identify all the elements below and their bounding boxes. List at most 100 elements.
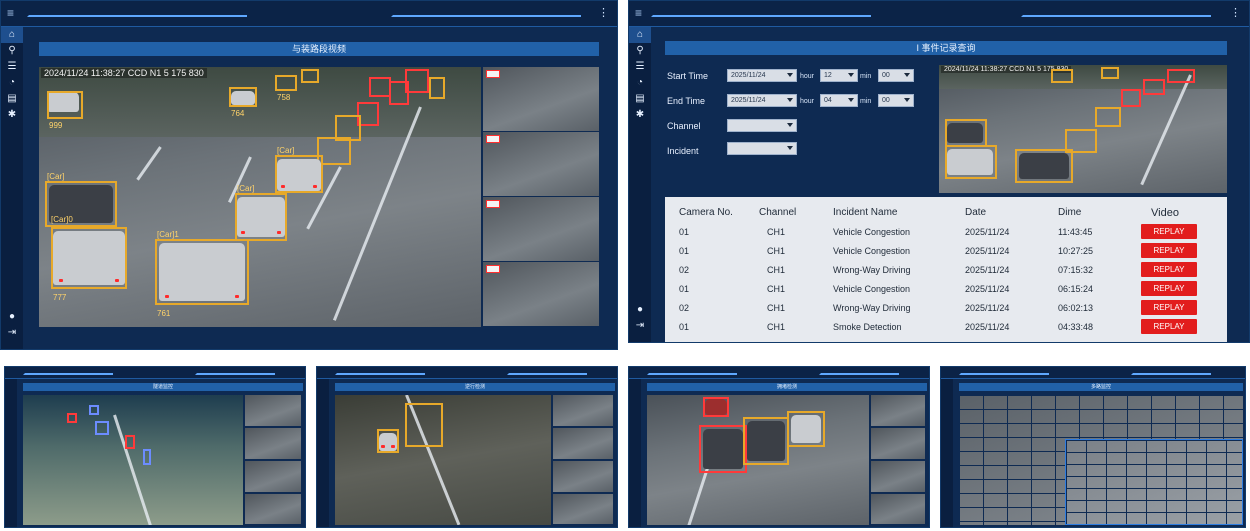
logout-icon[interactable]: ⇥ xyxy=(629,318,651,334)
chevron-down-icon xyxy=(904,73,910,77)
detection-box: [Car] xyxy=(235,184,287,241)
detection-box xyxy=(301,69,319,83)
replay-button[interactable]: REPLAY xyxy=(1141,224,1197,239)
panel-title: 逆行检测 xyxy=(335,383,615,391)
detection-box xyxy=(945,145,997,179)
camera-thumbnail[interactable] xyxy=(483,197,599,262)
replay-button[interactable]: REPLAY xyxy=(1141,262,1197,277)
start-date-select[interactable]: 2025/11/24 xyxy=(727,69,797,82)
incident-select[interactable] xyxy=(727,142,797,155)
replay-button[interactable]: REPLAY xyxy=(1141,281,1197,296)
home-icon[interactable]: ⌂ xyxy=(629,27,651,43)
chevron-down-icon xyxy=(787,123,793,127)
main-video-feed[interactable]: 2024/11/24 11:38:27 CCD N1 5 175 830 999… xyxy=(39,67,481,327)
chevron-down-icon xyxy=(848,73,854,77)
home-icon[interactable]: ⌂ xyxy=(1,27,23,43)
list-icon[interactable]: ☰ xyxy=(629,59,651,75)
top-bar: ≡ ⋮ xyxy=(629,1,1249,27)
alert-box xyxy=(405,69,429,93)
detection-box: [Car] xyxy=(275,146,323,193)
user-icon[interactable]: ● xyxy=(1,309,23,325)
start-hour-select[interactable]: 12 xyxy=(820,69,858,82)
panel-title: 拥堵检测 xyxy=(647,383,927,391)
detection-box xyxy=(1051,69,1073,83)
live-monitor-panel: ≡ ⋮ ⌂ ⚲ ☰ ◔ ▤ ✱ ● ⇥ 与装路段视频 2024/11/24 11… xyxy=(0,0,618,350)
detection-box: [Car] [Car]0 xyxy=(45,172,117,227)
alert-box xyxy=(1167,69,1195,83)
table-row: 02 CH1 Wrong-Way Driving 2025/11/24 07:1… xyxy=(665,261,1227,280)
logout-icon[interactable]: ⇥ xyxy=(1,325,23,341)
incident-table: Camera No. Channel Incident Name Date Di… xyxy=(665,197,1227,342)
congestion-video-feed[interactable] xyxy=(647,395,869,525)
replay-button[interactable]: REPLAY xyxy=(1141,319,1197,334)
end-date-select[interactable]: 2025/11/24 xyxy=(727,94,797,107)
search-icon[interactable]: ⚲ xyxy=(1,43,23,59)
detection-box xyxy=(429,77,445,99)
panel-title: 隧道监控 xyxy=(23,383,303,391)
sidebar: ⌂ ⚲ ☰ ◔ ▤ ✱ ● ⇥ xyxy=(1,27,23,349)
alert-box xyxy=(1143,79,1165,95)
detection-box xyxy=(1065,129,1097,153)
chevron-down-icon xyxy=(787,146,793,150)
user-icon[interactable]: ● xyxy=(629,302,651,318)
detection-box: [Car]1 761 xyxy=(155,230,249,318)
detection-box: 764 xyxy=(229,87,257,118)
menu-list-icon[interactable]: ▤ xyxy=(1,91,23,107)
detection-box: 758 xyxy=(275,75,297,102)
table-row: 01 CH1 Vehicle Congestion 2025/11/24 10:… xyxy=(665,242,1227,261)
more-icon[interactable]: ⋮ xyxy=(1230,6,1241,19)
alert-box xyxy=(1121,89,1141,107)
end-min-select[interactable]: 00 xyxy=(878,94,914,107)
sidebar: ⌂ ⚲ ☰ ◔ ▤ ✱ ● ⇥ xyxy=(629,27,651,342)
incident-query-panel: ≡ ⋮ ⌂ ⚲ ☰ ◔ ▤ ✱ ● ⇥ I 事件记录查询 Start Time … xyxy=(628,0,1250,343)
preview-video-feed[interactable]: 2024/11/24 11:38:27 CCD N1 5 175 830 xyxy=(939,65,1227,193)
wrong-way-video-feed[interactable] xyxy=(335,395,551,525)
table-row: 01 CH1 Vehicle Congestion 2025/11/24 06:… xyxy=(665,280,1227,299)
start-min-select[interactable]: 00 xyxy=(878,69,914,82)
start-time-label: Start Time xyxy=(667,71,709,81)
search-icon[interactable]: ⚲ xyxy=(629,43,651,59)
wrong-way-panel: 逆行检测 xyxy=(316,366,618,528)
channel-select[interactable] xyxy=(727,119,797,132)
panel-title: I 事件记录查询 xyxy=(665,41,1227,55)
menu-list-icon[interactable]: ▤ xyxy=(629,91,651,107)
end-time-label: End Time xyxy=(667,96,706,106)
top-bar: ≡ ⋮ xyxy=(1,1,617,27)
tunnel-video-feed[interactable] xyxy=(23,395,243,525)
detection-box: 999 xyxy=(47,91,83,130)
detection-box xyxy=(1015,149,1073,183)
overlay-grid[interactable] xyxy=(1065,439,1243,525)
multi-view-panel: 多路监控 xyxy=(940,366,1246,528)
detection-box xyxy=(1095,107,1121,127)
alert-box xyxy=(369,77,391,97)
menu-icon[interactable]: ≡ xyxy=(7,6,14,20)
detection-box: 777 xyxy=(51,227,127,302)
camera-thumbnail[interactable] xyxy=(483,132,599,197)
table-row: 01 CH1 Vehicle Congestion 2025/11/24 11:… xyxy=(665,223,1227,242)
end-hour-select[interactable]: 04 xyxy=(820,94,858,107)
tunnel-monitor-panel: 隧道监控 xyxy=(4,366,306,528)
clock-icon[interactable]: ◔ xyxy=(629,75,651,91)
table-header: Camera No. Channel Incident Name Date Di… xyxy=(679,207,1179,219)
panel-title: 与装路段视频 xyxy=(39,42,599,56)
chevron-down-icon xyxy=(787,98,793,102)
replay-button[interactable]: REPLAY xyxy=(1141,300,1197,315)
incident-label: Incident xyxy=(667,146,699,156)
replay-button[interactable]: REPLAY xyxy=(1141,243,1197,258)
timestamp-overlay: 2024/11/24 11:38:27 CCD N1 5 175 830 xyxy=(41,68,207,78)
more-icon[interactable]: ⋮ xyxy=(598,6,609,19)
chevron-down-icon xyxy=(848,98,854,102)
camera-thumbnail[interactable] xyxy=(483,67,599,132)
chevron-down-icon xyxy=(787,73,793,77)
channel-label: Channel xyxy=(667,121,701,131)
congestion-panel: 拥堵检测 xyxy=(628,366,930,528)
panel-title: 多路监控 xyxy=(959,383,1243,391)
menu-icon[interactable]: ≡ xyxy=(635,6,642,20)
table-row: 02 CH1 Wrong-Way Driving 2025/11/24 06:0… xyxy=(665,299,1227,318)
list-icon[interactable]: ☰ xyxy=(1,59,23,75)
detection-box xyxy=(1101,67,1119,79)
settings-icon[interactable]: ✱ xyxy=(1,107,23,123)
clock-icon[interactable]: ◔ xyxy=(1,75,23,91)
camera-thumbnail[interactable] xyxy=(483,262,599,327)
settings-icon[interactable]: ✱ xyxy=(629,107,651,123)
